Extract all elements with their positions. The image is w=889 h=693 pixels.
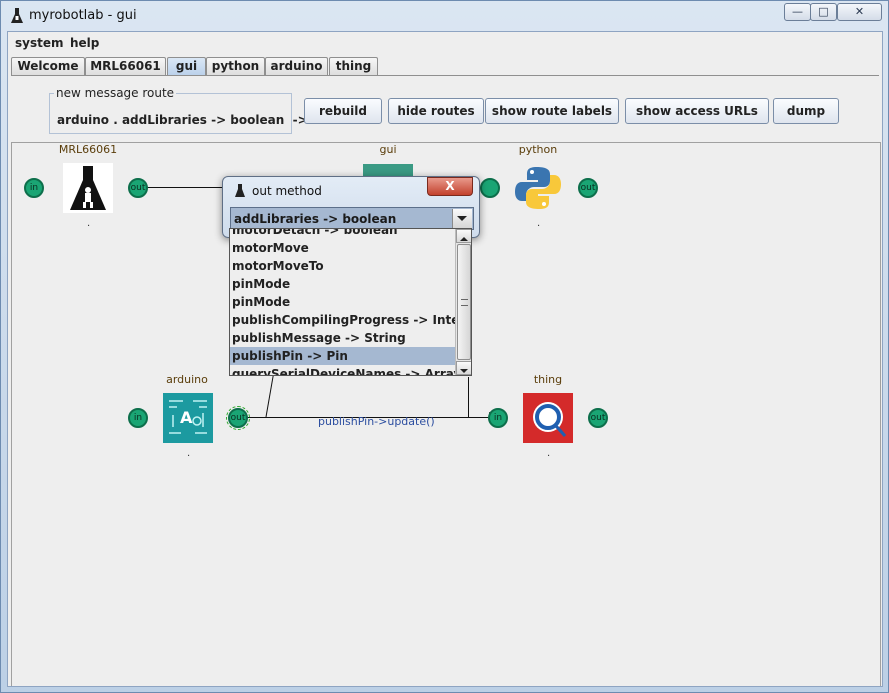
main-window: myrobotlab - gui — □ ✕ system help Welco… bbox=[0, 0, 889, 693]
chevron-down-icon bbox=[457, 216, 467, 221]
new-message-route-panel: new message route arduino . addLibraries… bbox=[49, 86, 308, 134]
list-item[interactable]: pinMode bbox=[230, 293, 455, 311]
tab-divider bbox=[11, 75, 879, 76]
out-method-dropdown-list[interactable]: motorDetach -> boolean motorMove motorMo… bbox=[229, 228, 472, 376]
python-out-port[interactable]: out bbox=[578, 178, 598, 198]
minimize-button[interactable]: — bbox=[784, 3, 811, 21]
menu-bar: system help bbox=[8, 32, 882, 54]
service-dot-thing: . bbox=[547, 448, 551, 459]
python-service-image[interactable] bbox=[513, 163, 563, 213]
route-label-publishpin[interactable]: publishPin->update() bbox=[318, 415, 435, 428]
flask-robot-icon bbox=[70, 166, 106, 210]
combobox-selected-value: addLibraries -> boolean bbox=[234, 212, 397, 226]
arduino-board-icon: A bbox=[165, 395, 211, 441]
arduino-in-port[interactable]: in bbox=[128, 408, 148, 428]
gui-out-port[interactable] bbox=[480, 178, 500, 198]
list-item[interactable]: publishMessage -> String bbox=[230, 329, 455, 347]
list-item[interactable]: motorDetach -> boolean bbox=[230, 229, 455, 239]
tab-thing[interactable]: thing bbox=[329, 57, 378, 76]
close-window-button[interactable]: ✕ bbox=[837, 3, 882, 21]
maximize-button[interactable]: □ bbox=[810, 3, 837, 21]
out-method-combobox[interactable]: addLibraries -> boolean bbox=[230, 207, 474, 230]
list-item[interactable]: motorMoveTo bbox=[230, 257, 455, 275]
list-item[interactable]: querySerialDeviceNames -> ArrayList bbox=[230, 365, 455, 375]
tab-python[interactable]: python bbox=[206, 57, 265, 76]
show-access-urls-button[interactable]: show access URLs bbox=[625, 98, 769, 124]
list-item[interactable]: motorMove bbox=[230, 239, 455, 257]
dialog-title: out method bbox=[252, 184, 322, 198]
flask-dialog-icon bbox=[235, 184, 245, 197]
menu-system[interactable]: system bbox=[15, 36, 64, 50]
thing-out-port[interactable]: out bbox=[588, 408, 608, 428]
flask-app-icon bbox=[11, 8, 23, 23]
tab-strip: Welcome MRL66061 gui python arduino thin… bbox=[11, 57, 879, 76]
scroll-up-button[interactable] bbox=[456, 229, 471, 243]
service-dot-arduino: . bbox=[187, 448, 191, 459]
route-panel-legend: new message route bbox=[54, 86, 177, 100]
scroll-down-button[interactable] bbox=[456, 361, 471, 375]
title-bar[interactable]: myrobotlab - gui — □ ✕ bbox=[1, 1, 888, 31]
mrl-in-port[interactable]: in bbox=[24, 178, 44, 198]
show-route-labels-button[interactable]: show route labels bbox=[485, 98, 619, 124]
mrl-service-image[interactable] bbox=[63, 163, 113, 213]
list-item[interactable]: pinMode bbox=[230, 275, 455, 293]
arduino-out-port[interactable]: out bbox=[226, 406, 250, 430]
scroll-thumb[interactable] bbox=[457, 244, 471, 360]
svg-text:A: A bbox=[180, 408, 193, 427]
scroll-grip bbox=[461, 299, 468, 306]
route-wire-vertical[interactable] bbox=[468, 377, 469, 417]
tab-gui[interactable]: gui bbox=[167, 57, 206, 76]
arduino-service-image[interactable]: A bbox=[163, 393, 213, 443]
service-dot-mrl: . bbox=[87, 218, 91, 229]
route-wire-diagonal[interactable] bbox=[260, 371, 280, 421]
service-label-python: python bbox=[518, 143, 558, 156]
thing-in-port[interactable]: in bbox=[488, 408, 508, 428]
tab-mrl66061[interactable]: MRL66061 bbox=[85, 57, 166, 76]
service-label-gui: gui bbox=[379, 143, 397, 156]
combobox-dropdown-button[interactable] bbox=[452, 209, 472, 228]
thing-speech-bubble-icon bbox=[533, 402, 567, 438]
tab-welcome[interactable]: Welcome bbox=[11, 57, 85, 76]
thing-service-image[interactable] bbox=[523, 393, 573, 443]
service-label-thing: thing bbox=[533, 373, 563, 386]
hide-routes-button[interactable]: hide routes bbox=[388, 98, 484, 124]
list-item[interactable]: publishCompilingProgress -> Integer bbox=[230, 311, 455, 329]
arrow-down-icon bbox=[460, 369, 468, 373]
rebuild-button[interactable]: rebuild bbox=[304, 98, 382, 124]
window-title: myrobotlab - gui bbox=[29, 8, 137, 23]
mrl-out-port[interactable]: out bbox=[128, 178, 148, 198]
dropdown-scrollbar[interactable] bbox=[455, 229, 471, 375]
service-dot-python: . bbox=[537, 218, 541, 229]
dialog-close-button[interactable]: X bbox=[427, 177, 473, 196]
menu-help[interactable]: help bbox=[70, 36, 99, 50]
service-label-mrl: MRL66061 bbox=[58, 143, 118, 156]
list-item-selected[interactable]: publishPin -> Pin bbox=[230, 347, 455, 365]
dump-button[interactable]: dump bbox=[773, 98, 839, 124]
route-text: arduino . addLibraries -> boolean -> bbox=[57, 113, 308, 127]
tab-arduino[interactable]: arduino bbox=[265, 57, 328, 76]
python-logo-icon bbox=[515, 167, 561, 209]
service-label-arduino: arduino bbox=[166, 373, 208, 386]
